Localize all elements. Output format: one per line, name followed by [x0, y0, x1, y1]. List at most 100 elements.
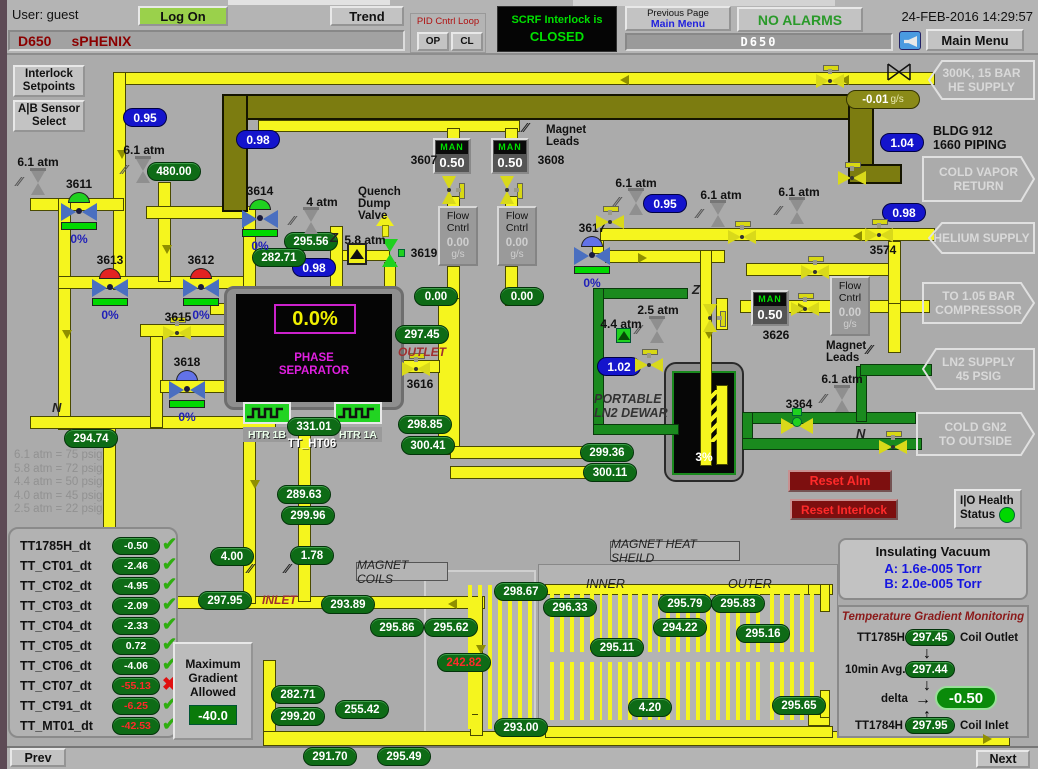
flow-arrow-icon — [448, 599, 457, 609]
quench-valve-actuator[interactable] — [398, 249, 405, 257]
speaker-icon[interactable] — [899, 31, 921, 50]
tt-value: -42.53 — [112, 717, 160, 735]
manual-valve[interactable] — [800, 256, 830, 282]
relief-valve-icon — [835, 388, 849, 400]
manual-valve[interactable] — [815, 65, 845, 91]
pipe-helium — [450, 466, 590, 479]
manual-valve[interactable] — [878, 431, 908, 457]
tt-name: TT_CT05_dt — [20, 639, 92, 653]
prev-button[interactable]: Prev — [10, 748, 66, 767]
pid-op-button[interactable]: OP — [417, 32, 449, 51]
tt-row: TT_CT02_dt-4.95✔ — [20, 577, 172, 596]
main-menu-button[interactable]: Main Menu — [926, 29, 1024, 51]
valve-stem — [589, 252, 595, 258]
valve-actuator-red[interactable] — [190, 268, 212, 279]
heater-1b-icon[interactable] — [243, 402, 291, 424]
valve-body — [595, 247, 610, 265]
manual-valve[interactable] — [727, 221, 757, 247]
phase-separator-level: 0.0% — [292, 308, 338, 331]
tt-row: TT_CT07_dt-55.13✖ — [20, 677, 172, 696]
pid-cntrl-panel: PID Cntrl Loop OP CL — [410, 13, 486, 53]
legend-line: 4.0 atm = 45 psig — [14, 490, 144, 504]
manual-valve[interactable] — [790, 293, 820, 319]
pressure-indicator: 0.98 — [236, 130, 280, 149]
valve-stem — [257, 215, 263, 221]
pressure-indicator: 1.04 — [880, 133, 924, 152]
pipe-symbol-icon: Z — [330, 230, 338, 245]
temp-indicator: 294.22 — [653, 618, 707, 637]
valve-body — [204, 279, 219, 297]
insulating-vacuum-panel: Insulating Vacuum A: 1.6e-005 Torr B: 2.… — [838, 538, 1028, 600]
io-health-led — [999, 507, 1015, 523]
closed-valve-icon — [886, 62, 912, 82]
manual-valve[interactable] — [439, 175, 465, 205]
screen-title-bar: D650 sPHENIX — [8, 30, 405, 51]
valve-body — [183, 279, 198, 297]
phase-separator-level-box: 0.0% — [274, 304, 356, 334]
alarm-status-button[interactable]: NO ALARMS — [737, 7, 863, 32]
scrf-line1: SCRF Interlock is — [511, 14, 602, 26]
pid-cntrl-title: PID Cntrl Loop — [411, 16, 485, 27]
valve-actuator-blue[interactable] — [176, 370, 198, 381]
valve-body — [92, 279, 107, 297]
relief-setpoint-label: 6.1 atm — [120, 143, 168, 155]
reset-interlock-button[interactable]: Reset Interlock — [790, 499, 898, 520]
valve-actuator-green[interactable] — [68, 192, 90, 203]
relief-setpoint-label: 4 atm — [298, 195, 346, 207]
previous-page-line2: Main Menu — [651, 19, 705, 30]
heater-1a-icon[interactable] — [334, 402, 382, 424]
flow-rate-indicator: -0.01g/s — [846, 90, 920, 109]
temp-indicator: 295.83 — [711, 594, 765, 613]
flow-cntrl-box[interactable]: FlowCntrl0.00g/s — [438, 206, 478, 266]
flow-arrow-icon — [250, 480, 260, 489]
previous-page-button[interactable]: Previous Page Main Menu — [625, 6, 731, 31]
trend-button[interactable]: Trend — [330, 6, 404, 26]
temp-indicator: 297.95 — [198, 591, 252, 610]
manual-valve[interactable] — [595, 206, 625, 232]
tt-value: -6.25 — [112, 697, 160, 715]
ab-sensor-select-button[interactable]: A|B Sensor Select — [13, 100, 85, 132]
hmi-screen: User: guest Log On Trend D650 sPHENIX PI… — [0, 0, 1038, 769]
logon-button[interactable]: Log On — [138, 6, 228, 26]
manual-valve[interactable] — [700, 303, 726, 333]
reset-alarm-button[interactable]: Reset Alm — [788, 470, 892, 492]
mode-indicator: MAN — [494, 141, 526, 154]
interlock-setpoints-button[interactable]: Interlock Setpoints — [13, 65, 85, 97]
tt-monitor-panel: TT1785H_dt-0.50✔TT_CT01_dt-2.46✔TT_CT02_… — [8, 527, 178, 738]
manual-valve[interactable] — [837, 162, 867, 188]
pid-cl-button[interactable]: CL — [451, 32, 483, 51]
pipe-break-icon: ∕∕ — [122, 162, 138, 176]
flow-cntrl-box[interactable]: FlowCntrl0.00g/s — [830, 276, 870, 336]
relief-valve-icon — [835, 400, 849, 412]
ok-check-icon: ✔ — [162, 614, 177, 635]
pipe-symbol-icon: Z — [692, 282, 700, 297]
valve-actuator-green[interactable] — [249, 199, 271, 210]
tt-row: TT_CT06_dt-4.06✔ — [20, 657, 172, 676]
insulating-vacuum-title: Insulating Vacuum — [840, 544, 1026, 559]
valve-actuator-green[interactable] — [792, 408, 802, 416]
max-gradient-title: Maximum Gradient Allowed — [185, 657, 240, 699]
gm-row4-label: TT1784H — [855, 720, 903, 732]
next-button[interactable]: Next — [976, 750, 1030, 768]
flow-controller[interactable]: MAN0.50 — [751, 290, 789, 326]
pressure-legend: 6.1 atm = 75 psig5.8 atm = 72 psig4.4 at… — [14, 449, 144, 517]
gm-row2-value: 297.44 — [905, 661, 955, 678]
pulse-wave-icon — [336, 404, 380, 422]
manual-valve[interactable] — [634, 349, 664, 375]
screen-select-field[interactable]: D650 — [625, 33, 893, 51]
valve-position-bar — [169, 400, 205, 408]
valve-position-bar — [61, 222, 97, 230]
temp-indicator: 295.86 — [370, 618, 424, 637]
manual-valve[interactable] — [497, 175, 523, 205]
io-health-line1: I|O Health — [960, 495, 1014, 507]
temp-indicator: 295.65 — [772, 696, 826, 715]
valve-stem — [184, 386, 190, 392]
legend-line: 5.8 atm = 72 psig — [14, 463, 144, 477]
pipe-break-icon: ∕∕ — [697, 206, 713, 220]
flow-arrow-icon — [638, 253, 647, 263]
scrf-line2: CLOSED — [530, 29, 584, 44]
manual-valve[interactable] — [864, 219, 894, 245]
flow-controller[interactable]: MAN0.50 — [491, 138, 529, 174]
pipe-symbol-icon: ∕∕ — [523, 120, 527, 135]
flow-cntrl-box[interactable]: FlowCntrl0.00g/s — [497, 206, 537, 266]
